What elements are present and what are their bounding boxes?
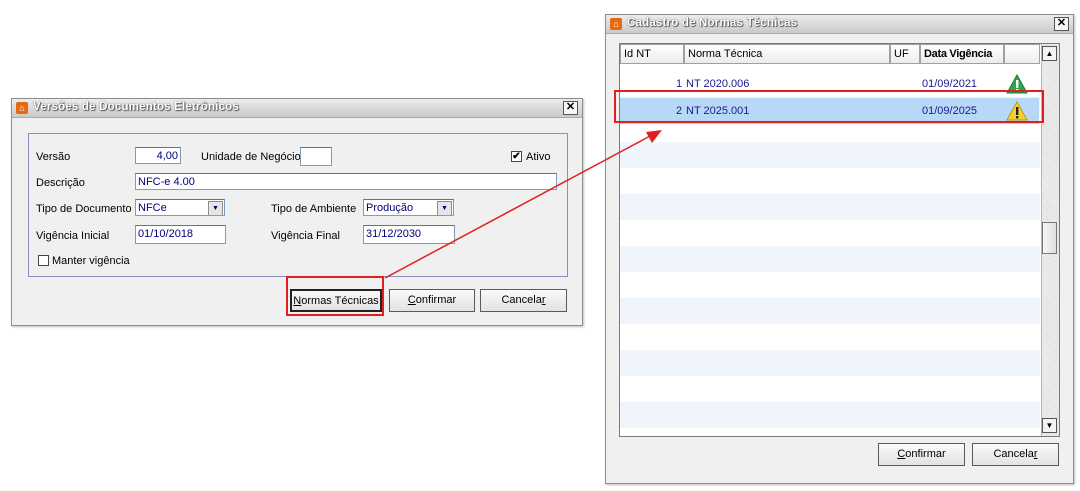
cancelar-button[interactable]: Cancelar: [480, 289, 567, 312]
manter-vigencia-checkbox[interactable]: [38, 255, 49, 266]
cell-norma: NT 2020.006: [686, 78, 750, 90]
descricao-field[interactable]: NFC-e 4.00: [135, 173, 557, 190]
normas-titlebar[interactable]: ⌂ Cadastro de Normas Técnicas ✕: [606, 15, 1073, 34]
app-icon: ⌂: [16, 102, 28, 114]
normas-cancelar-button[interactable]: Cancelar: [972, 443, 1059, 466]
column-header-data[interactable]: Data Vigência: [920, 44, 1004, 64]
tipo-documento-label: Tipo de Documento: [36, 203, 132, 215]
cell-data: 01/09/2021: [922, 78, 978, 90]
tipo-documento-value: NFCe: [138, 202, 167, 214]
vigencia-final-label: Vigência Final: [271, 230, 340, 242]
column-header-status: [1004, 44, 1040, 64]
ativo-checkbox[interactable]: ✔: [511, 151, 522, 162]
vigencia-inicial-label: Vigência Inicial: [36, 230, 110, 242]
normas-confirmar-button[interactable]: Confirmar: [878, 443, 965, 466]
manter-vigencia-label: Manter vigência: [52, 255, 130, 267]
tipo-ambiente-label: Tipo de Ambiente: [271, 203, 357, 215]
scroll-up-icon[interactable]: ▲: [1042, 46, 1057, 61]
unidade-label: Unidade de Negócio: [201, 151, 301, 163]
versoes-title: Versões de Documentos Eletrônicos: [33, 101, 239, 113]
chevron-down-icon[interactable]: ▼: [208, 201, 223, 215]
unidade-field[interactable]: [300, 147, 332, 166]
tipo-ambiente-select[interactable]: Produção ▼: [363, 199, 454, 216]
close-icon[interactable]: ✕: [563, 101, 578, 115]
descricao-label: Descrição: [36, 177, 85, 189]
normas-window: ⌂ Cadastro de Normas Técnicas ✕ Id NT No…: [605, 14, 1074, 484]
ativo-label: Ativo: [526, 151, 551, 163]
scroll-down-icon[interactable]: ▼: [1042, 418, 1057, 433]
column-header-id[interactable]: Id NT: [620, 44, 684, 64]
tipo-ambiente-value: Produção: [366, 202, 414, 214]
highlight-normas-button: [286, 276, 384, 316]
scrollbar-thumb[interactable]: [1042, 222, 1057, 254]
confirmar-button[interactable]: Confirmar: [389, 289, 475, 312]
cell-id: 1: [676, 78, 683, 90]
vigencia-inicial-field[interactable]: 01/10/2018: [135, 225, 226, 244]
chevron-down-icon[interactable]: ▼: [437, 201, 452, 215]
close-icon[interactable]: ✕: [1054, 17, 1069, 31]
column-header-norma[interactable]: Norma Técnica: [684, 44, 890, 64]
versao-field[interactable]: 4,00: [135, 147, 181, 164]
highlight-selected-row: [614, 90, 1044, 123]
versoes-titlebar[interactable]: ⌂ Versões de Documentos Eletrônicos ✕: [12, 99, 582, 118]
app-icon: ⌂: [610, 18, 622, 30]
tipo-documento-select[interactable]: NFCe ▼: [135, 199, 225, 216]
normas-title: Cadastro de Normas Técnicas: [627, 17, 798, 29]
vigencia-final-field[interactable]: 31/12/2030: [363, 225, 455, 244]
column-header-uf[interactable]: UF: [890, 44, 920, 64]
versao-label: Versão: [36, 151, 71, 163]
